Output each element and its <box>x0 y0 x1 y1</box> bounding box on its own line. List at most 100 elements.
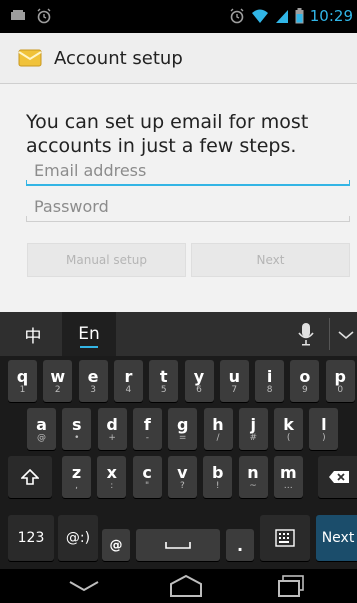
key-i[interactable]: i8 <box>255 360 285 402</box>
key-z[interactable]: z, <box>62 456 91 498</box>
key-sublabel: = <box>178 432 187 443</box>
alarm-icon <box>37 8 51 24</box>
password-underline-tick-left <box>26 216 27 222</box>
setup-content: You can set up email for most accounts i… <box>0 84 357 312</box>
battery-icon <box>295 8 304 24</box>
password-field[interactable] <box>26 192 357 220</box>
key-label: v <box>177 462 188 482</box>
key-e[interactable]: e3 <box>78 360 108 402</box>
key-n[interactable]: n ~ <box>238 456 268 498</box>
key-x[interactable]: x: <box>97 456 127 498</box>
next-button[interactable]: Next <box>191 243 350 277</box>
backspace-key[interactable] <box>318 456 357 498</box>
key-g[interactable]: g = <box>168 408 198 450</box>
manual-setup-button[interactable]: Manual setup <box>27 243 186 277</box>
next-key[interactable]: Next <box>316 515 357 561</box>
key-sublabel: @ <box>37 432 46 443</box>
key-label: j <box>250 414 257 434</box>
key-u[interactable]: u7 <box>219 360 249 402</box>
keyboard-settings-icon <box>275 529 295 547</box>
key-sublabel: 6 <box>196 384 202 395</box>
email-field[interactable] <box>26 156 357 184</box>
signal-icon <box>275 10 288 23</box>
key-sublabel: 5 <box>160 384 167 395</box>
back-chevron-icon[interactable] <box>68 579 100 593</box>
microphone-icon[interactable] <box>298 322 314 346</box>
backspace-icon <box>329 471 349 483</box>
key-t[interactable]: t5 <box>149 360 179 402</box>
key-c[interactable]: c " <box>132 456 162 498</box>
key-label: a <box>36 414 47 434</box>
key-sublabel: : <box>110 480 114 491</box>
key-a[interactable]: a @ <box>27 408 56 450</box>
space-key[interactable] <box>136 529 220 561</box>
key-label: z <box>71 462 82 482</box>
key-b[interactable]: b! <box>203 456 233 498</box>
key-m[interactable]: m… <box>273 456 303 498</box>
key-sublabel: / <box>216 432 220 443</box>
key-label: b <box>211 462 224 482</box>
key-h[interactable]: h / <box>203 408 233 450</box>
period-key-label: . <box>236 535 244 555</box>
key-label: n <box>247 462 259 482</box>
key-sublabel: 4 <box>125 384 132 395</box>
key-sublabel: … <box>283 480 293 491</box>
password-underline <box>26 221 350 222</box>
key-label: u <box>228 366 240 386</box>
home-icon[interactable] <box>168 574 204 598</box>
status-left-icons <box>10 8 52 24</box>
key-sublabel: 3 <box>90 384 96 395</box>
key-sublabel: ( <box>286 432 291 443</box>
email-underline-tick-right <box>349 180 350 186</box>
key-label: k <box>283 414 294 434</box>
key-label: x <box>106 462 117 482</box>
language-chinese-tab[interactable]: 中 <box>10 312 56 356</box>
key-label: m <box>279 462 297 482</box>
key-123[interactable]: 123 <box>8 515 54 561</box>
status-right-icons: 10:29 <box>229 7 353 25</box>
key-sublabel: 8 <box>266 384 273 395</box>
email-underline <box>26 184 350 186</box>
key-k[interactable]: k( <box>274 408 304 450</box>
key-r[interactable]: r4 <box>113 360 143 402</box>
action-bar: Account setup <box>0 33 357 84</box>
settings-key[interactable] <box>260 515 310 561</box>
key-l[interactable]: l) <box>309 408 339 450</box>
status-bar: 10:29 <box>0 0 357 33</box>
keyboard-top-bar: 中 En <box>0 312 357 356</box>
shift-key[interactable] <box>8 456 52 498</box>
email-field-container <box>26 156 357 186</box>
key-v[interactable]: v? <box>167 456 197 498</box>
hide-keyboard-icon[interactable] <box>338 330 354 340</box>
key-y[interactable]: y6 <box>184 360 214 402</box>
next-key-label: Next <box>321 529 355 546</box>
wifi-icon <box>251 9 268 23</box>
language-english-label: En <box>78 324 100 344</box>
key-q[interactable]: q1 <box>8 360 37 402</box>
key-w[interactable]: w2 <box>43 360 73 402</box>
key-label: q <box>16 366 29 386</box>
key-label: y <box>193 366 205 386</box>
key-sublabel: ! <box>215 480 220 491</box>
language-english-tab[interactable]: En <box>62 312 116 356</box>
keyboard-row-3: z, x: c " v? b! n ~ m… <box>0 456 357 498</box>
key-d[interactable]: d + <box>97 408 127 450</box>
key-f[interactable]: f- <box>132 408 162 450</box>
key-s[interactable]: s • <box>62 408 92 450</box>
period-key[interactable]: . <box>226 529 254 561</box>
shift-arrow-icon <box>21 469 39 485</box>
keyboard-row-1: q1w2e3r4t5y6u7i8o9p0 <box>0 360 357 402</box>
key-p[interactable]: p0 <box>325 360 355 402</box>
email-envelope-icon[interactable] <box>16 44 44 72</box>
key-label: h <box>212 414 224 434</box>
sd-card-icon <box>11 10 25 20</box>
emoji-key[interactable]: @:) <box>58 515 98 561</box>
key-o[interactable]: o9 <box>290 360 320 402</box>
at-key[interactable]: @ <box>102 529 130 561</box>
at-key-label: @ <box>109 537 123 553</box>
recent-apps-icon[interactable] <box>276 574 306 598</box>
key-sublabel: • <box>74 432 80 443</box>
key-j[interactable]: j # <box>238 408 268 450</box>
key-sublabel: ~ <box>249 480 257 491</box>
navigation-bar <box>0 569 357 603</box>
